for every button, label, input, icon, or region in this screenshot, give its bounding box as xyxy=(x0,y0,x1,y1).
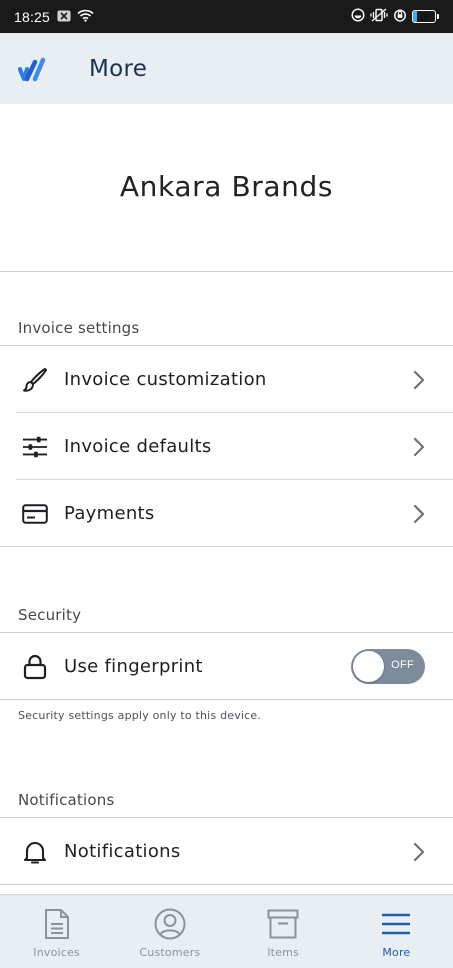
menu-item-notifications[interactable]: Notifications xyxy=(0,818,453,885)
fingerprint-toggle[interactable]: OFF xyxy=(351,649,425,684)
brush-icon xyxy=(22,367,48,393)
lock-icon xyxy=(22,654,48,680)
chevron-right-icon xyxy=(413,437,425,457)
page-title: More xyxy=(89,55,148,82)
nav-label: Customers xyxy=(139,946,201,959)
status-left-icons xyxy=(57,7,94,26)
status-time: 18:25 xyxy=(14,8,51,25)
wave-logo-icon xyxy=(16,56,48,82)
divider xyxy=(0,271,453,272)
toggle-knob xyxy=(353,651,384,682)
divider xyxy=(0,884,453,885)
status-bar: 18:25 16 xyxy=(0,0,453,33)
menu-item-invoice-defaults[interactable]: Invoice defaults xyxy=(0,413,453,480)
chevron-right-icon xyxy=(413,504,425,524)
nav-label: Items xyxy=(267,946,300,959)
nav-item-items[interactable]: Items xyxy=(227,895,340,968)
nav-label: More xyxy=(382,946,411,959)
menu-item-use-fingerprint[interactable]: Use fingerprint OFF xyxy=(0,633,453,700)
status-right-icons: 16 xyxy=(351,7,439,26)
battery-icon: 16 xyxy=(412,10,439,23)
notification-icon xyxy=(57,7,71,26)
sliders-icon xyxy=(22,434,48,460)
vibrate-icon xyxy=(370,7,388,26)
menu-item-label: Notifications xyxy=(64,841,181,862)
menu-item-label: Use fingerprint xyxy=(64,656,203,677)
security-helper-text: Security settings apply only to this dev… xyxy=(18,709,262,722)
section-label-security: Security xyxy=(18,606,82,624)
bottom-nav: Invoices Customers Items More xyxy=(0,894,453,968)
nav-item-customers[interactable]: Customers xyxy=(113,895,226,968)
wifi-icon xyxy=(77,7,94,26)
menu-item-label: Invoice defaults xyxy=(64,436,212,457)
divider xyxy=(0,546,453,547)
menu-icon xyxy=(379,907,413,941)
credit-card-icon xyxy=(22,501,48,527)
nav-item-more[interactable]: More xyxy=(340,895,453,968)
battery-level: 16 xyxy=(418,11,429,22)
chevron-right-icon xyxy=(413,842,425,862)
sync-icon xyxy=(351,7,365,26)
alarm-icon xyxy=(393,7,407,26)
business-name[interactable]: Ankara Brands xyxy=(0,170,453,203)
bell-icon xyxy=(22,839,48,865)
battery-body: 16 xyxy=(412,10,436,23)
menu-item-payments[interactable]: Payments xyxy=(0,480,453,547)
menu-item-invoice-customization[interactable]: Invoice customization xyxy=(0,346,453,413)
divider xyxy=(0,699,453,700)
nav-item-invoices[interactable]: Invoices xyxy=(0,895,113,968)
menu-item-label: Invoice customization xyxy=(64,369,267,390)
menu-item-label: Payments xyxy=(64,503,155,524)
section-label-notifications: Notifications xyxy=(18,791,115,809)
section-label-invoice-settings: Invoice settings xyxy=(18,319,140,337)
person-circle-icon xyxy=(153,907,187,941)
document-icon xyxy=(40,907,74,941)
toggle-state-text: OFF xyxy=(391,659,414,671)
chevron-right-icon xyxy=(413,370,425,390)
battery-tip xyxy=(437,14,439,19)
app-bar: More xyxy=(0,33,453,104)
archive-box-icon xyxy=(266,907,300,941)
battery-fill xyxy=(413,11,417,22)
nav-label: Invoices xyxy=(33,946,80,959)
